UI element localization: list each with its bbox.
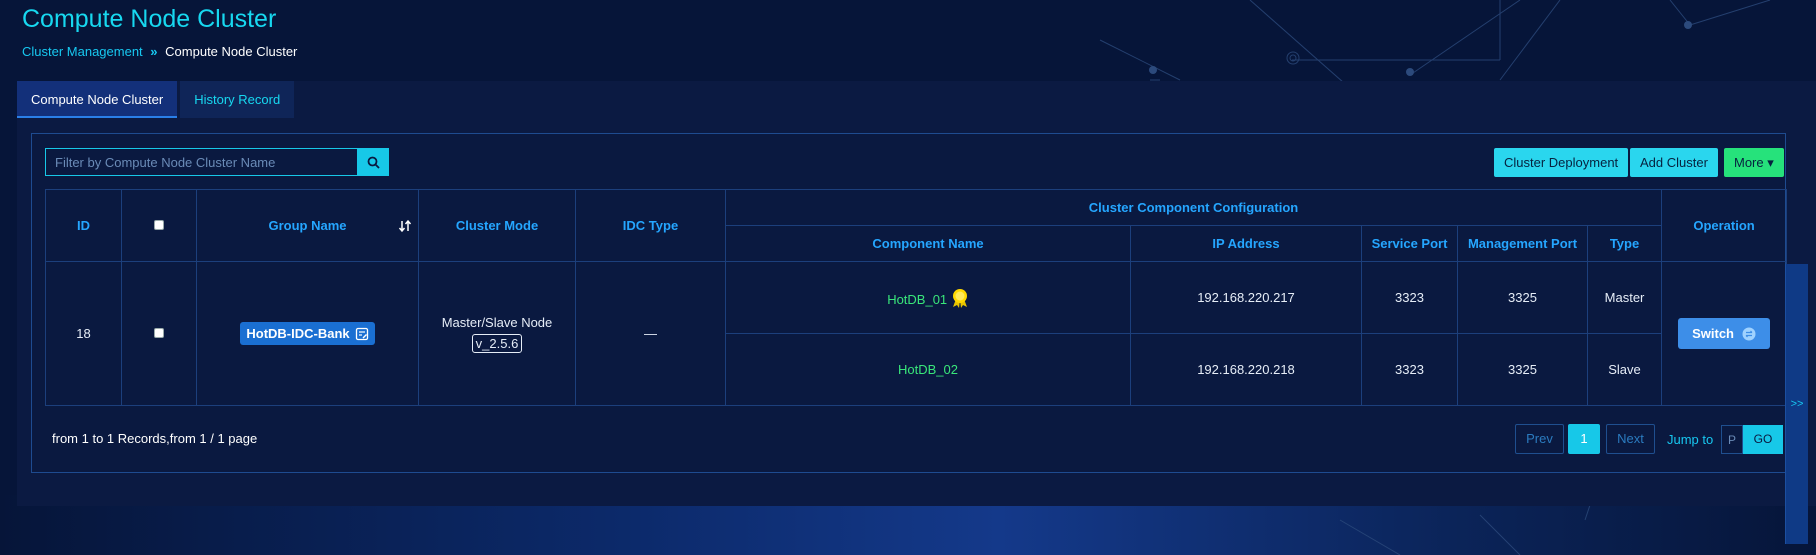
header-id: ID <box>45 189 122 262</box>
breadcrumb-current: Compute Node Cluster <box>165 44 298 59</box>
breadcrumb-cluster-management-link[interactable]: Cluster Management <box>22 44 143 59</box>
header-group-name: Group Name <box>196 189 419 262</box>
cluster-table: ID Group Name Cluster Mode IDC Type Clus… <box>45 189 1788 406</box>
more-dropdown-button[interactable]: More ▾ <box>1724 148 1784 177</box>
cluster-deployment-button[interactable]: Cluster Deployment <box>1494 148 1629 177</box>
pagination-info: from 1 to 1 Records,from 1 / 1 page <box>52 431 258 446</box>
cell-service-port: 3323 <box>1361 261 1458 334</box>
go-button[interactable]: GO <box>1743 425 1783 454</box>
cell-select <box>121 261 197 406</box>
breadcrumb-separator-icon: » <box>150 44 158 59</box>
breadcrumb: Cluster Management » Compute Node Cluste… <box>22 44 297 59</box>
search-input[interactable] <box>45 148 358 176</box>
version-tag: v_2.5.6 <box>471 333 523 353</box>
cluster-mode-text: Master/Slave Node <box>441 314 553 330</box>
cell-component-name: HotDB_02 <box>725 333 1131 406</box>
header-idc-type: IDC Type <box>575 189 726 262</box>
header-management-port: Management Port <box>1457 225 1588 262</box>
tab-compute-node-cluster[interactable]: Compute Node Cluster <box>17 81 178 118</box>
search-icon <box>367 156 380 169</box>
header-type: Type <box>1586 225 1663 262</box>
cell-cluster-mode: Master/Slave Node v_2.5.6 <box>418 261 576 406</box>
page-1-button[interactable]: 1 <box>1568 424 1600 454</box>
page-title: Compute Node Cluster <box>22 5 277 33</box>
cell-ip-address: 192.168.220.218 <box>1130 333 1362 406</box>
select-all-checkbox[interactable] <box>154 220 164 230</box>
sort-icon[interactable] <box>398 219 412 233</box>
switch-button-label: Switch <box>1692 326 1734 341</box>
switch-button[interactable]: Switch <box>1678 318 1770 349</box>
component-name-link[interactable]: HotDB_02 <box>898 362 958 377</box>
add-cluster-button[interactable]: Add Cluster <box>1630 148 1718 177</box>
tab-history-record[interactable]: History Record <box>180 81 295 118</box>
table-header-row: ID Group Name Cluster Mode IDC Type Clus… <box>45 189 1788 262</box>
cell-type: Slave <box>1586 333 1663 406</box>
header-cluster-mode: Cluster Mode <box>418 189 576 262</box>
expand-arrow-icon: >> <box>1790 398 1804 410</box>
cell-component-name: HotDB_01 <box>725 261 1131 334</box>
cell-idc-type: — <box>575 261 726 406</box>
header-ip-address: IP Address <box>1130 225 1362 262</box>
tab-bar: Compute Node Cluster History Record <box>17 81 297 118</box>
cell-type: Master <box>1586 261 1663 334</box>
cell-service-port: 3323 <box>1361 333 1458 406</box>
component-name-link[interactable]: HotDB_01 <box>887 292 947 307</box>
header-service-port: Service Port <box>1361 225 1458 262</box>
row-checkbox[interactable] <box>154 328 164 338</box>
prev-page-button[interactable]: Prev <box>1515 424 1564 454</box>
cell-group-name: HotDB-IDC-Bank <box>196 261 419 406</box>
cell-ip-address: 192.168.220.217 <box>1130 261 1362 334</box>
search-button[interactable] <box>357 148 389 176</box>
header-component-config: Cluster Component Configuration <box>724 189 1663 226</box>
header-select-all <box>121 189 197 262</box>
jump-page-input[interactable] <box>1721 425 1743 454</box>
cell-management-port: 3325 <box>1457 333 1588 406</box>
jump-to-label: Jump to <box>1667 432 1714 447</box>
switch-icon <box>1742 327 1756 340</box>
group-name-label: HotDB-IDC-Bank <box>246 326 350 341</box>
cell-management-port: 3325 <box>1457 261 1588 334</box>
table-row: 18 HotDB-IDC-Bank Master/Slave Node v_2.… <box>45 261 1788 406</box>
side-panel-toggle[interactable]: >> <box>1785 264 1808 544</box>
header-component-name: Component Name <box>725 225 1131 262</box>
group-name-tag[interactable]: HotDB-IDC-Bank <box>240 322 375 345</box>
next-page-button[interactable]: Next <box>1606 424 1655 454</box>
master-badge-icon <box>952 288 967 308</box>
header-group-name-label: Group Name <box>268 218 347 233</box>
cell-operation: Switch <box>1661 261 1788 406</box>
edit-icon <box>355 327 368 340</box>
header-operation: Operation <box>1661 189 1788 262</box>
cell-id: 18 <box>45 261 122 406</box>
